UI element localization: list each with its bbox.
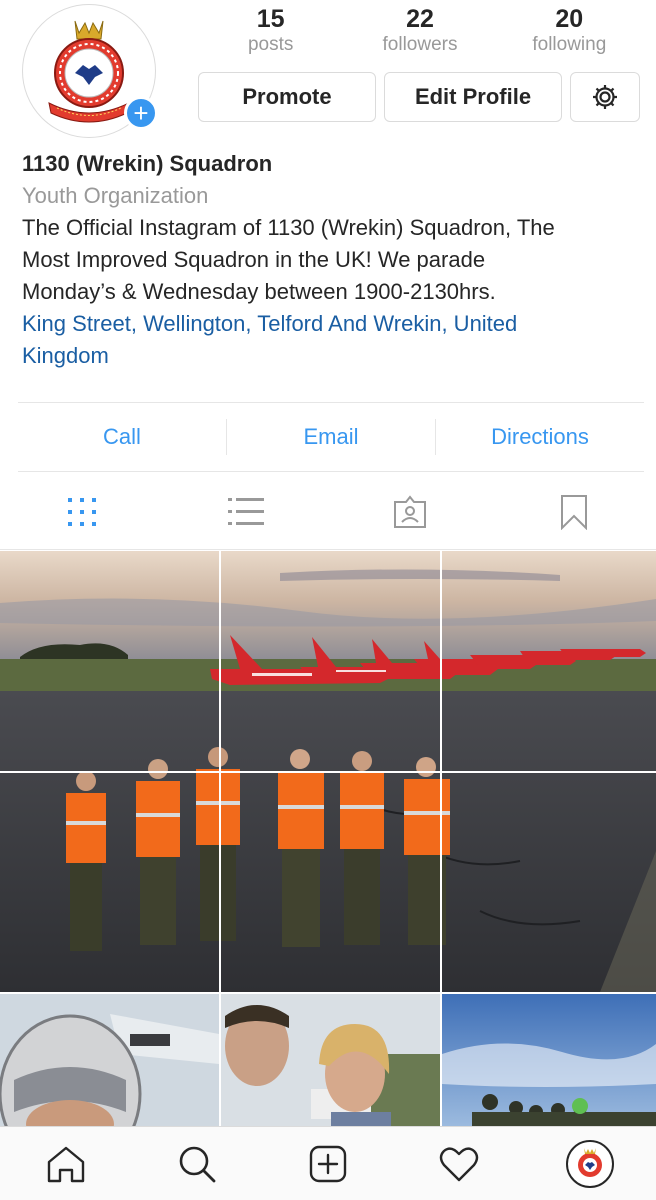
promote-button[interactable]: Promote: [198, 72, 376, 122]
grid-photo-selfie[interactable]: [221, 994, 440, 1131]
profile-view-tabs: [0, 474, 656, 550]
home-icon: [47, 1146, 84, 1182]
bio-line: Most Improved Squadron in the UK! We par…: [22, 247, 486, 272]
tagged-icon: [394, 494, 426, 528]
settings-button[interactable]: [570, 72, 640, 122]
tab-grid[interactable]: [0, 474, 164, 549]
location-line: King Street, Wellington, Telford And Wre…: [22, 311, 518, 336]
bio-line: The Official Instagram of 1130 (Wrekin) …: [22, 215, 555, 240]
profile-name: 1130 (Wrekin) Squadron: [22, 151, 273, 176]
stat-count: 15: [256, 5, 285, 33]
add-story-plus-icon[interactable]: +: [124, 96, 158, 130]
posts-grid: [0, 551, 656, 1131]
nav-activity[interactable]: [394, 1145, 525, 1183]
tab-saved[interactable]: [492, 474, 656, 549]
grid-divider: [440, 551, 442, 1131]
stat-count: 20: [555, 5, 584, 33]
bookmark-icon: [561, 494, 587, 530]
grid-divider: [0, 992, 656, 994]
bottom-nav: [0, 1126, 656, 1200]
nav-search[interactable]: [131, 1144, 262, 1184]
stat-following[interactable]: 20 following: [495, 4, 644, 60]
stat-posts[interactable]: 15 posts: [196, 4, 345, 60]
stat-label: following: [532, 34, 607, 55]
add-post-icon: [309, 1145, 347, 1182]
profile-action-buttons: Promote Edit Profile: [198, 72, 642, 122]
tab-tagged[interactable]: [328, 474, 492, 549]
grid-icon: [68, 497, 96, 526]
grid-photo-pilot-helmet[interactable]: [0, 994, 219, 1131]
tab-list[interactable]: [164, 474, 328, 549]
stat-followers[interactable]: 22 followers: [345, 4, 494, 60]
profile-category: Youth Organization: [22, 183, 209, 208]
nav-profile[interactable]: [525, 1139, 656, 1188]
directions-button[interactable]: Directions: [435, 419, 644, 455]
nav-new-post[interactable]: [262, 1144, 393, 1184]
profile-bio: 1130 (Wrekin) Squadron Youth Organizatio…: [22, 148, 647, 372]
list-icon: [228, 497, 264, 525]
bio-line: Monday’s & Wednesday between 1900-2130hr…: [22, 279, 496, 304]
gear-icon: [593, 85, 617, 109]
location-line: Kingdom: [22, 343, 109, 368]
call-button[interactable]: Call: [18, 419, 226, 455]
grid-divider: [0, 771, 656, 773]
edit-profile-button[interactable]: Edit Profile: [384, 72, 562, 122]
email-button[interactable]: Email: [226, 419, 435, 455]
heart-icon: [440, 1146, 479, 1181]
profile-avatar[interactable]: +: [22, 4, 158, 138]
profile-stats: 15 posts 22 followers 20 following: [196, 4, 644, 60]
search-icon: [179, 1146, 216, 1182]
nav-home[interactable]: [0, 1144, 131, 1184]
stat-count: 22: [406, 5, 434, 33]
stat-label: followers: [382, 34, 458, 55]
grid-divider: [219, 551, 221, 1131]
contact-buttons-row: Call Email Directions: [18, 402, 644, 472]
profile-avatar-small: [566, 1139, 615, 1188]
grid-photo-group-sky[interactable]: [442, 994, 656, 1131]
stat-label: posts: [247, 34, 294, 55]
location-link[interactable]: King Street, Wellington, Telford And Wre…: [22, 308, 647, 372]
